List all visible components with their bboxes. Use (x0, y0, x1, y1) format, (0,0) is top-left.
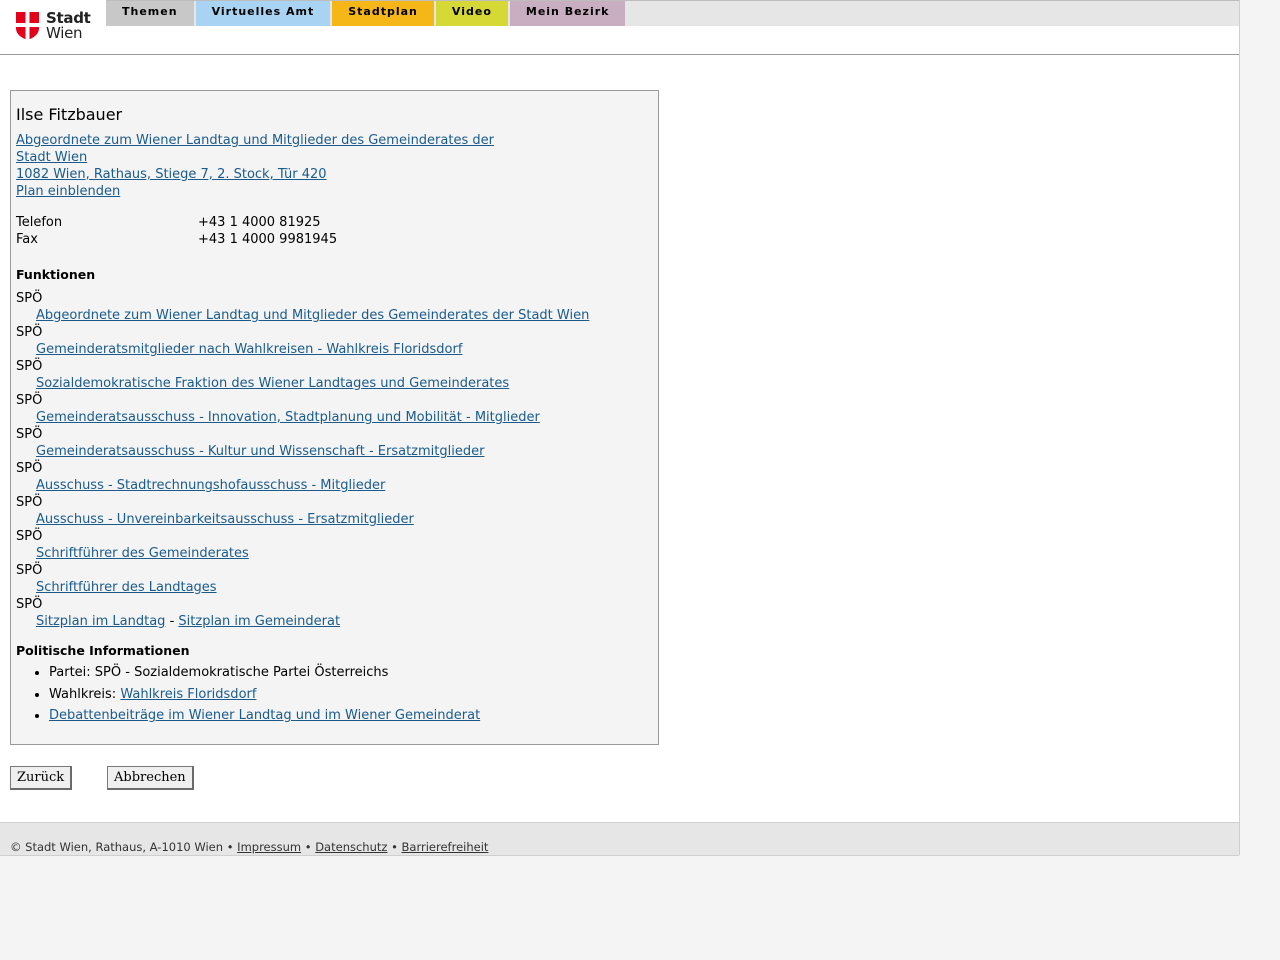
district-link[interactable]: Wahlkreis Floridsdorf (120, 687, 256, 702)
footer-text: © Stadt Wien, Rathaus, A-1010 Wien • Imp… (10, 840, 488, 854)
function-party: SPÖ (16, 427, 43, 442)
affiliation-line2: Stadt Wien (16, 150, 88, 165)
function-party: SPÖ (16, 563, 43, 578)
party-info: Partei: SPÖ - Sozialdemokratische Partei… (49, 662, 653, 684)
function-party: SPÖ (16, 393, 43, 408)
person-detail-box: Ilse Fitzbauer Abgeordnete zum Wiener La… (10, 90, 659, 745)
contact-info: Telefon +43 1 4000 81925 Fax +43 1 4000 … (16, 214, 653, 248)
function-link[interactable]: Gemeinderatsmitglieder nach Wahlkreisen … (16, 341, 653, 358)
phone-label: Telefon (16, 215, 63, 230)
function-party: SPÖ (16, 325, 43, 340)
stadt-wien-logo[interactable]: Stadt Wien (16, 10, 91, 42)
page: Stadt Wien Themen Virtuelles Amt Stadtpl… (0, 0, 1240, 856)
seating-landtag-link[interactable]: Sitzplan im Landtag (36, 614, 165, 629)
contact-row-fax: Fax +43 1 4000 9981945 (16, 231, 653, 248)
function-link[interactable]: Schriftführer des Landtages (16, 579, 653, 596)
contact-row-phone: Telefon +43 1 4000 81925 (16, 214, 653, 231)
function-link[interactable]: Schriftführer des Gemeinderates (16, 545, 653, 562)
footer-bullet: • (391, 840, 398, 854)
footer-copyright: © Stadt Wien, Rathaus, A-1010 Wien (10, 840, 224, 854)
seating-gemeinderat-link[interactable]: Sitzplan im Gemeinderat (178, 614, 340, 629)
function-party: SPÖ (16, 529, 43, 544)
function-party: SPÖ (16, 291, 43, 306)
political-info-list: Partei: SPÖ - Sozialdemokratische Partei… (16, 662, 653, 727)
site-footer: © Stadt Wien, Rathaus, A-1010 Wien • Imp… (0, 822, 1239, 856)
barrierefreiheit-link[interactable]: Barrierefreiheit (402, 840, 489, 854)
vienna-flag-icon (16, 12, 39, 40)
functions-heading: Funktionen (16, 267, 96, 282)
affiliation-line1: Abgeordnete zum Wiener Landtag und Mitgl… (16, 133, 494, 148)
footer-bullet: • (304, 840, 312, 854)
logo-wordmark: Stadt Wien (46, 11, 91, 41)
debates-info: Debattenbeiträge im Wiener Landtag und i… (49, 705, 653, 727)
footer-bullet: • (226, 840, 234, 854)
seating-links: Sitzplan im Landtag - Sitzplan im Gemein… (16, 613, 653, 630)
fax-label: Fax (16, 232, 38, 247)
tab-themen[interactable]: Themen (106, 1, 194, 26)
tab-virtuelles-amt[interactable]: Virtuelles Amt (195, 1, 331, 26)
function-link[interactable]: Gemeinderatsausschuss - Innovation, Stad… (16, 409, 653, 426)
function-party: SPÖ (16, 461, 43, 476)
function-link[interactable]: Ausschuss - Stadtrechnungshofausschuss -… (16, 477, 653, 494)
seating-separator: - (169, 614, 175, 629)
function-link[interactable]: Sozialdemokratische Fraktion des Wiener … (16, 375, 653, 392)
party-text: Partei: SPÖ - Sozialdemokratische Partei… (49, 665, 389, 680)
function-party: SPÖ (16, 597, 43, 612)
impressum-link[interactable]: Impressum (237, 840, 301, 854)
main-nav-tabs: Themen Virtuelles Amt Stadtplan Video Me… (106, 1, 627, 26)
cancel-button[interactable]: Abbrechen (107, 766, 194, 790)
site-header: Stadt Wien Themen Virtuelles Amt Stadtpl… (0, 0, 1239, 55)
tab-mein-bezirk[interactable]: Mein Bezirk (509, 1, 626, 26)
function-link[interactable]: Gemeinderatsausschuss - Kultur und Wisse… (16, 443, 653, 460)
function-party: SPÖ (16, 359, 43, 374)
logo-line2: Wien (46, 24, 83, 42)
political-info-heading: Politische Informationen (16, 643, 190, 658)
function-link[interactable]: Ausschuss - Unvereinbarkeitsausschuss - … (16, 511, 653, 528)
person-name: Ilse Fitzbauer (16, 105, 123, 124)
function-link[interactable]: Abgeordnete zum Wiener Landtag und Mitgl… (16, 307, 653, 324)
affiliation-link[interactable]: Abgeordnete zum Wiener Landtag und Mitgl… (16, 132, 653, 166)
tab-stadtplan[interactable]: Stadtplan (332, 1, 434, 26)
district-label: Wahlkreis: (49, 686, 117, 702)
back-button[interactable]: Zurück (10, 766, 73, 790)
functions-list: SPÖ Abgeordnete zum Wiener Landtag und M… (16, 290, 653, 630)
debates-link[interactable]: Debattenbeiträge im Wiener Landtag und i… (49, 708, 480, 723)
phone-value: +43 1 4000 81925 (198, 215, 321, 230)
function-party: SPÖ (16, 495, 43, 510)
datenschutz-link[interactable]: Datenschutz (315, 840, 387, 854)
address-link[interactable]: 1082 Wien, Rathaus, Stiege 7, 2. Stock, … (16, 166, 653, 183)
tab-video[interactable]: Video (435, 1, 508, 26)
show-plan-link[interactable]: Plan einblenden (16, 183, 653, 200)
district-info: Wahlkreis: Wahlkreis Floridsdorf (49, 684, 653, 706)
fax-value: +43 1 4000 9981945 (198, 232, 338, 247)
